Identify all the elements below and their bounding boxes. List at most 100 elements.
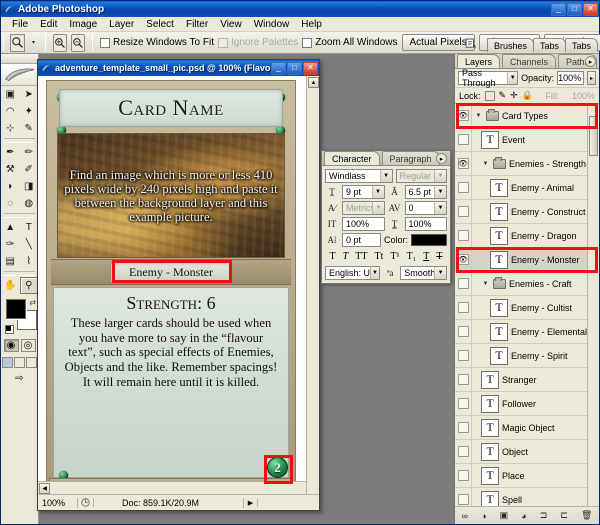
chevron-down-icon[interactable]: ▼ — [481, 281, 490, 287]
doc-minimize-button[interactable]: _ — [271, 61, 286, 75]
options-bar-grip[interactable] — [3, 34, 4, 51]
text-layer-thumbnail[interactable]: T — [490, 178, 508, 197]
layer-visibility-toggle[interactable]: 👁 — [455, 152, 472, 175]
tab-layers[interactable]: Layers — [457, 54, 501, 68]
healing-brush-tool[interactable]: ✒ — [1, 144, 20, 161]
layer-visibility-toggle[interactable]: 👁 — [455, 104, 472, 127]
menu-layer[interactable]: Layer — [103, 18, 140, 31]
text-layer-thumbnail[interactable]: T — [481, 466, 499, 485]
layer-visibility-toggle[interactable] — [455, 488, 472, 506]
new-group-icon[interactable]: ⊐ — [540, 510, 548, 521]
chevron-down-icon[interactable]: ▼ — [481, 161, 490, 167]
layer-visibility-toggle[interactable] — [455, 368, 472, 391]
opacity-stepper[interactable]: ▸ — [587, 71, 596, 85]
hand-tool[interactable]: ✋ — [1, 277, 20, 294]
font-style-field[interactable]: Regular ▼ — [395, 169, 447, 183]
layer-content[interactable]: T Stranger — [472, 370, 599, 389]
eyedropper-tool[interactable]: ⌇ — [20, 253, 39, 270]
menu-edit[interactable]: Edit — [34, 18, 63, 31]
tab-character[interactable]: Character — [324, 151, 380, 165]
horizontal-scale-field[interactable]: 100% — [404, 217, 447, 231]
chevron-down-icon[interactable]: ▼ — [474, 113, 483, 119]
layer-content[interactable]: T Place — [472, 466, 599, 485]
eye-off-icon[interactable] — [457, 494, 469, 505]
layer-style-icon[interactable]: ◑ — [481, 511, 486, 521]
zoom-tool-icon[interactable] — [10, 33, 25, 52]
layer-content[interactable]: ▼ Enemies - Craft — [472, 276, 599, 289]
superscript-button[interactable]: T¹ — [390, 251, 399, 262]
zoom-tool[interactable]: ⚲ — [19, 277, 38, 294]
close-button[interactable]: ✕ — [583, 2, 598, 16]
layers-scrollbar-thumb[interactable] — [589, 116, 598, 156]
eye-off-icon[interactable] — [457, 134, 469, 145]
eye-off-icon[interactable] — [457, 470, 469, 481]
eye-off-icon[interactable] — [457, 398, 469, 409]
eye-icon[interactable]: 👁 — [457, 110, 469, 121]
chevron-down-icon[interactable]: ▼ — [371, 186, 384, 198]
text-layer-thumbnail[interactable]: T — [490, 298, 508, 317]
eye-off-icon[interactable] — [457, 350, 469, 361]
layer-list[interactable]: 👁 ▼ Card Types T Event 👁 ▼ Enemies - Strength T E… — [455, 104, 599, 506]
standard-screen-mode[interactable] — [2, 357, 13, 368]
palette-menu-icon[interactable]: ▸ — [585, 56, 596, 67]
text-layer-thumbnail[interactable]: T — [481, 394, 499, 413]
status-menu-arrow[interactable]: ▶ — [244, 498, 258, 507]
layer-row[interactable]: T Enemy - Animal — [455, 176, 599, 200]
pen-tool[interactable]: ✑ — [1, 236, 20, 253]
menu-file[interactable]: File — [6, 18, 34, 31]
palette-well-tab-brushes[interactable]: Brushes — [486, 38, 534, 52]
layer-row[interactable]: ▼ Enemies - Craft — [455, 272, 599, 296]
layer-content[interactable]: T Enemy - Monster — [472, 250, 599, 269]
chevron-down-icon[interactable]: ▼ — [379, 170, 392, 182]
layer-visibility-toggle[interactable] — [455, 272, 472, 295]
palette-well-tab-2[interactable]: Tabs — [532, 38, 566, 52]
layer-row[interactable]: T Place — [455, 464, 599, 488]
full-screen-with-menu[interactable] — [14, 357, 25, 368]
lasso-tool[interactable]: ◠ — [1, 103, 20, 120]
layer-row[interactable]: T Enemy - Dragon — [455, 224, 599, 248]
chevron-down-icon[interactable]: ▼ — [434, 202, 446, 214]
zoom-in-icon[interactable] — [53, 33, 68, 52]
eye-off-icon[interactable] — [457, 302, 469, 313]
kerning-field[interactable]: Metrics ▼ — [342, 201, 385, 215]
opacity-value[interactable]: 100% — [557, 71, 585, 85]
vertical-scale-field[interactable]: 100% — [342, 217, 385, 231]
lock-position-icon[interactable]: ✛ — [510, 90, 518, 101]
layer-visibility-toggle[interactable] — [455, 176, 472, 199]
path-selection-tool[interactable]: ▲ — [1, 219, 20, 236]
tool-preset-arrow[interactable]: ▾ — [29, 39, 38, 46]
text-layer-thumbnail[interactable]: T — [490, 250, 508, 269]
layer-row[interactable]: T Spell — [455, 488, 599, 506]
document-canvas[interactable]: Card Name Find an image which is more or… — [38, 76, 319, 494]
layer-mask-icon[interactable]: ▣ — [500, 510, 509, 521]
new-layer-icon[interactable]: ⊏ — [560, 510, 568, 521]
tab-channels[interactable]: Channels — [502, 54, 557, 68]
clone-stamp-tool[interactable]: ⚒ — [1, 161, 20, 178]
palette-well-tab-3[interactable]: Tabs — [564, 38, 598, 52]
eye-off-icon[interactable] — [457, 446, 469, 457]
standard-mask-mode[interactable]: ◉ — [3, 339, 19, 352]
text-layer-thumbnail[interactable]: T — [490, 346, 508, 365]
eye-icon[interactable]: 👁 — [457, 158, 469, 169]
layer-visibility-toggle[interactable] — [455, 200, 472, 223]
zoom-all-windows-checkbox[interactable]: Zoom All Windows — [302, 37, 398, 48]
gradient-tool[interactable]: ◨ — [20, 178, 39, 195]
layer-row[interactable]: T Stranger — [455, 368, 599, 392]
type-tool[interactable]: T — [20, 219, 39, 236]
delete-layer-icon[interactable]: 🗑 — [581, 510, 592, 521]
text-layer-thumbnail[interactable]: T — [481, 490, 499, 506]
palette-menu-icon[interactable]: ▸ — [436, 153, 447, 164]
lock-image-icon[interactable]: ✎ — [499, 90, 507, 101]
eraser-tool[interactable]: ◗ — [1, 178, 20, 195]
layer-content[interactable]: T Enemy - Spirit — [472, 346, 599, 365]
layer-row[interactable]: T Magic Object — [455, 416, 599, 440]
layers-scrollbar[interactable] — [587, 104, 599, 506]
move-tool[interactable]: ➤ — [20, 86, 39, 103]
document-horizontal-scrollbar[interactable]: ◀ — [38, 481, 306, 494]
text-layer-thumbnail[interactable]: T — [481, 418, 499, 437]
maximize-button[interactable]: □ — [567, 2, 582, 16]
notes-tool[interactable]: ▤ — [1, 253, 20, 270]
link-layers-icon[interactable]: ∞ — [462, 511, 468, 521]
layer-row[interactable]: 👁 ▼ Enemies - Strength — [455, 152, 599, 176]
layer-visibility-toggle[interactable] — [455, 128, 472, 151]
